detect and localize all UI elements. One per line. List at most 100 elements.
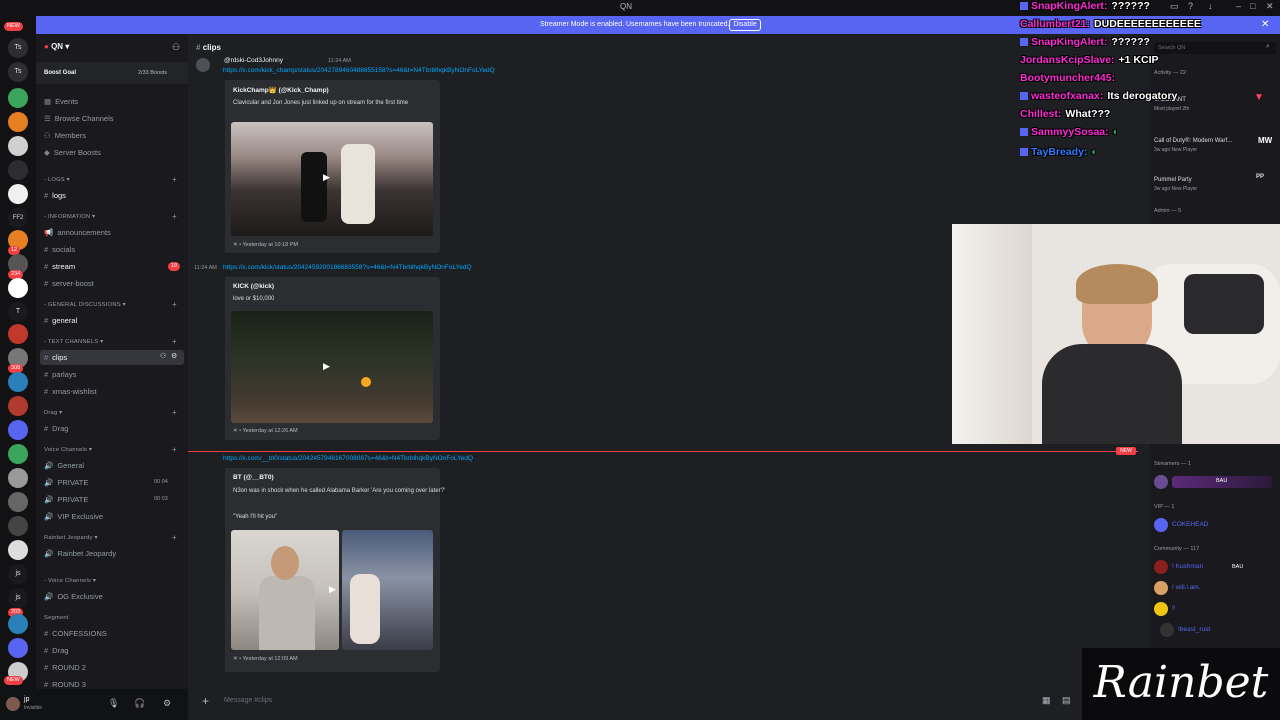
gift-icon[interactable]: ▦ — [1042, 695, 1051, 706]
category-voice-channels-2[interactable]: - Voice Channels ▾ — [44, 578, 96, 584]
server-header[interactable]: ● QN ▾ — [44, 42, 69, 51]
member-name[interactable]: !beast_rust — [1178, 626, 1210, 633]
category-general-discussions[interactable]: - GENERAL DISCUSSIONS ▾ — [44, 302, 126, 308]
channel-server-boost[interactable]: # server-boost — [44, 279, 94, 288]
browse-channels-item[interactable]: ☰ Browse Channels — [44, 114, 114, 123]
category-text-channels[interactable]: - TEXT CHANNELS ▾ — [44, 339, 103, 345]
server-icon-ts[interactable]: Ts — [8, 38, 28, 58]
server-icon[interactable] — [8, 444, 28, 464]
openai-server-icon[interactable] — [8, 278, 28, 298]
voice-og-exclusive[interactable]: 🔊 OG Exclusive — [44, 592, 103, 601]
avatar[interactable] — [1154, 475, 1168, 489]
server-icon[interactable] — [8, 324, 28, 344]
add-channel-icon[interactable]: + — [172, 533, 177, 542]
user-settings-icon[interactable]: ⚙ — [163, 698, 171, 709]
video-thumbnail[interactable]: ▶ — [231, 311, 433, 423]
avatar[interactable] — [1160, 623, 1174, 637]
server-icon[interactable] — [8, 540, 28, 560]
server-icon[interactable] — [8, 372, 28, 392]
video-thumbnail[interactable]: ▶ — [231, 530, 339, 650]
add-channel-icon[interactable]: + — [172, 300, 177, 309]
server-icon-qn[interactable] — [8, 184, 28, 204]
settings-gear-icon[interactable]: ⚙ — [171, 352, 177, 360]
disable-button[interactable]: Disable — [729, 19, 761, 31]
member-name[interactable]: !! — [1172, 605, 1176, 612]
tweet-link[interactable]: https://x.com/kick/status/20424592001866… — [223, 264, 472, 271]
category-drag[interactable]: Drag ▾ — [44, 410, 62, 416]
microphone-icon[interactable]: 🎙 — [108, 698, 119, 709]
message-author[interactable]: @rdski-Cod3Johnny — [224, 57, 283, 64]
voice-general[interactable]: 🔊 General — [44, 461, 84, 470]
channel-stream[interactable]: # stream — [44, 262, 75, 271]
add-channel-icon[interactable]: + — [172, 175, 177, 184]
boost-goal[interactable]: Boost Goal — [44, 70, 76, 76]
server-icon-js2[interactable]: js — [8, 588, 28, 608]
avatar[interactable] — [1154, 560, 1168, 574]
voice-private[interactable]: 🔊 PRIVATE — [44, 478, 88, 487]
server-icon-js[interactable]: js — [8, 564, 28, 584]
activity-title[interactable]: Pummel Party — [1154, 177, 1192, 183]
add-channel-icon[interactable]: + — [172, 212, 177, 221]
server-icon[interactable] — [8, 396, 28, 416]
channel-clips[interactable]: # clips — [44, 353, 67, 362]
add-member-icon[interactable]: ⚇ — [172, 42, 180, 53]
voice-vip-exclusive[interactable]: 🔊 VIP Exclusive — [44, 512, 103, 521]
tweet-link[interactable]: https://x.com/__bt0/status/2042457948167… — [223, 455, 473, 462]
channel-drag-2[interactable]: # Drag — [44, 646, 68, 655]
channel-rainbet-jeopardy[interactable]: 🔊 Rainbet Jeopardy — [44, 549, 116, 558]
avatar[interactable] — [196, 58, 210, 72]
channel-parlays[interactable]: # parlays — [44, 370, 76, 379]
server-icon[interactable] — [8, 420, 28, 440]
headphones-icon[interactable]: 🎧 — [134, 698, 145, 709]
server-icon[interactable] — [8, 136, 28, 156]
embed-author[interactable]: BT (@__BT0) — [233, 474, 274, 481]
server-icon-ts2[interactable]: Ts — [8, 62, 28, 82]
message-composer[interactable]: + Message #clips ▦ ▤ — [196, 690, 1084, 712]
channel-logs[interactable]: # logs — [44, 191, 66, 200]
server-icon[interactable] — [8, 614, 28, 634]
channel-round-3[interactable]: # ROUND 3 — [44, 680, 86, 689]
channel-confessions[interactable]: # CONFESSIONS — [44, 629, 107, 638]
channel-round-2[interactable]: # ROUND 2 — [44, 663, 86, 672]
events-item[interactable]: ▦ Events — [44, 97, 78, 106]
gif-icon[interactable]: ▤ — [1062, 695, 1071, 706]
image-thumbnail[interactable] — [342, 530, 433, 650]
video-thumbnail[interactable]: ▶ — [231, 122, 433, 236]
channel-announcements[interactable]: 📢 announcements — [44, 228, 111, 237]
member-name[interactable]: COKEHEAD — [1172, 521, 1208, 528]
avatar[interactable] — [1154, 581, 1168, 595]
tweet-link[interactable]: https://x.com/kick_champ/status/20427894… — [223, 67, 495, 74]
channel-drag[interactable]: # Drag — [44, 424, 68, 433]
embed-author[interactable]: KickChamp👑 (@Kick_Champ) — [233, 86, 329, 94]
category-segment[interactable]: Segment — [44, 615, 69, 621]
server-icon[interactable] — [8, 112, 28, 132]
category-voice-channels[interactable]: Voice Channels ▾ — [44, 447, 92, 453]
embed-author[interactable]: KICK (@kick) — [233, 283, 274, 290]
server-icon-ff2[interactable]: FF2 — [8, 208, 28, 228]
avatar[interactable] — [1154, 518, 1168, 532]
server-icon[interactable] — [8, 160, 28, 180]
channel-xmas-wishlist[interactable]: # xmas-wishlist — [44, 387, 97, 396]
server-boosts-item[interactable]: ◆ Server Boosts — [44, 148, 101, 157]
server-icon[interactable] — [8, 638, 28, 658]
server-icon[interactable] — [8, 516, 28, 536]
member-name[interactable]: ! will.i.am. — [1172, 584, 1201, 591]
category-rainbet-jeopardy[interactable]: Rainbet Jeopardy ▾ — [44, 535, 98, 541]
category-logs[interactable]: - LOGS ▾ — [44, 177, 70, 183]
add-channel-icon[interactable]: + — [172, 337, 177, 346]
attach-plus-icon[interactable]: + — [202, 694, 209, 708]
add-channel-icon[interactable]: + — [172, 445, 177, 454]
channel-socials[interactable]: # socials — [44, 245, 75, 254]
member-name[interactable]: ! Kushman — [1172, 563, 1203, 570]
category-information[interactable]: - INFORMATION ▾ — [44, 214, 95, 220]
server-icon[interactable] — [8, 468, 28, 488]
add-channel-icon[interactable]: + — [172, 408, 177, 417]
server-icon-t[interactable]: T — [8, 302, 28, 322]
server-icon[interactable] — [8, 88, 28, 108]
avatar[interactable] — [6, 697, 20, 711]
channel-general[interactable]: # general — [44, 316, 77, 325]
invite-icon[interactable]: ⚇ — [160, 352, 166, 360]
members-item[interactable]: ⚇ Members — [44, 131, 86, 140]
voice-private[interactable]: 🔊 PRIVATE — [44, 495, 88, 504]
streamer-banner[interactable]: BAU — [1172, 476, 1272, 488]
